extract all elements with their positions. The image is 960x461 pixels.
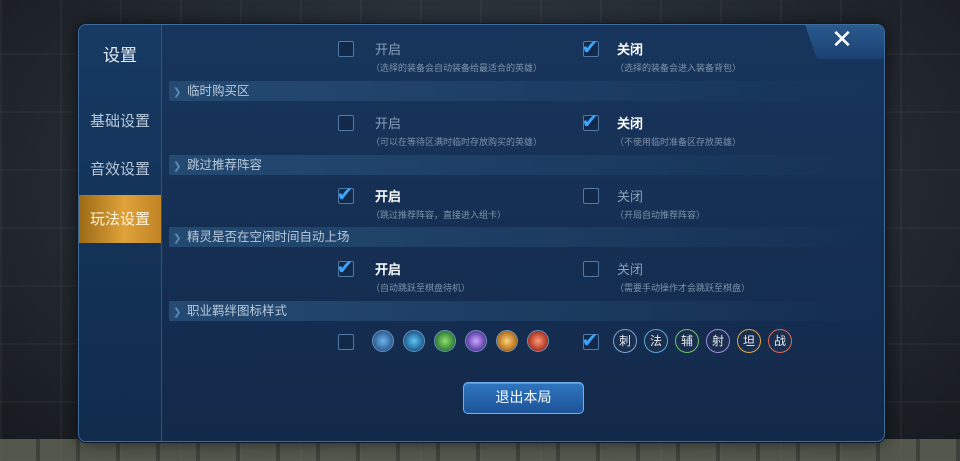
- support-icon: [434, 330, 456, 352]
- sidebar-item-gameplay-settings[interactable]: 玩法设置: [79, 195, 161, 243]
- board-edge-decoration: [0, 439, 960, 461]
- section-header-label: 精灵是否在空闲时间自动上场: [187, 229, 350, 244]
- class-badge-tank: 坦: [737, 329, 761, 353]
- exit-game-button[interactable]: 退出本局: [463, 382, 584, 414]
- settings-panel: 设置 基础设置 音效设置 玩法设置 ✕ 开启 （选择的装备会自动装备给最适合的英…: [78, 24, 885, 442]
- checkmark-icon: ✔: [581, 35, 599, 59]
- equip-auto-on-label: 开启: [375, 43, 402, 58]
- sidebar-item-basic-settings[interactable]: 基础设置: [79, 97, 161, 145]
- icon-style-graphic-checkbox[interactable]: [338, 334, 354, 350]
- mage-icon: [403, 330, 425, 352]
- temp-buy-on-checkbox[interactable]: [338, 115, 354, 131]
- section-header-sprite-auto-deploy: ❯ 精灵是否在空闲时间自动上场: [169, 227, 869, 247]
- skip-recommended-on-label: 开启: [375, 190, 402, 205]
- sprite-auto-off-desc: （需要手动操作才会跳跃至棋盘）: [615, 284, 751, 294]
- equip-auto-on-desc: （选择的装备会自动装备给最适合的英雄）: [371, 64, 543, 74]
- sprite-auto-on-desc: （自动跳跃至棋盘待机）: [371, 284, 471, 294]
- equip-auto-off-label: 关闭: [617, 43, 644, 58]
- skip-recommended-off-desc: （开局自动推荐阵容）: [615, 211, 706, 221]
- section-header-label: 临时购买区: [187, 83, 250, 98]
- skip-recommended-on-desc: （跳过推荐阵容，直接进入组卡）: [371, 211, 507, 221]
- chevron-right-icon: ❯: [173, 307, 182, 318]
- section-header-skip-recommended: ❯ 跳过推荐阵容: [169, 155, 869, 175]
- sprite-auto-off-label: 关闭: [617, 263, 644, 278]
- temp-buy-on-label: 开启: [375, 117, 402, 132]
- tank-icon: [496, 330, 518, 352]
- sprite-auto-on-label: 开启: [375, 263, 402, 278]
- section-header-label: 职业羁绊图标样式: [187, 303, 288, 318]
- temp-buy-off-label: 关闭: [617, 117, 644, 132]
- class-badge-mage: 法: [644, 329, 668, 353]
- sprite-auto-off-checkbox[interactable]: [583, 261, 599, 277]
- chevron-right-icon: ❯: [173, 87, 182, 98]
- checkmark-icon: ✔: [581, 328, 599, 352]
- sidebar-item-sound-settings[interactable]: 音效设置: [79, 145, 161, 193]
- temp-buy-on-desc: （可以在等待区满时临时存放购买的英雄）: [371, 138, 543, 148]
- class-badge-assassin: 刺: [613, 329, 637, 353]
- skip-recommended-off-label: 关闭: [617, 190, 644, 205]
- assassin-icon: [372, 330, 394, 352]
- equip-auto-off-desc: （选择的装备会进入装备背包）: [615, 64, 742, 74]
- checkmark-icon: ✔: [336, 182, 354, 206]
- section-header-label: 跳过推荐阵容: [187, 157, 263, 172]
- skip-recommended-off-checkbox[interactable]: [583, 188, 599, 204]
- class-badge-support: 辅: [675, 329, 699, 353]
- section-header-temp-buy-area: ❯ 临时购买区: [169, 81, 869, 101]
- section-header-class-icon-style: ❯ 职业羁绊图标样式: [169, 301, 869, 321]
- close-icon[interactable]: ✕: [830, 27, 854, 53]
- checkmark-icon: ✔: [581, 109, 599, 133]
- temp-buy-off-desc: （不使用临时准备区存放英雄）: [615, 138, 742, 148]
- settings-sidebar: 设置 基础设置 音效设置 玩法设置: [79, 25, 162, 441]
- chevron-right-icon: ❯: [173, 161, 182, 172]
- warrior-icon: [527, 330, 549, 352]
- checkmark-icon: ✔: [336, 255, 354, 279]
- chevron-right-icon: ❯: [173, 233, 182, 244]
- settings-title: 设置: [103, 46, 137, 66]
- class-badge-marksman: 射: [706, 329, 730, 353]
- class-badge-warrior: 战: [768, 329, 792, 353]
- equip-auto-on-checkbox[interactable]: [338, 41, 354, 57]
- marksman-icon: [465, 330, 487, 352]
